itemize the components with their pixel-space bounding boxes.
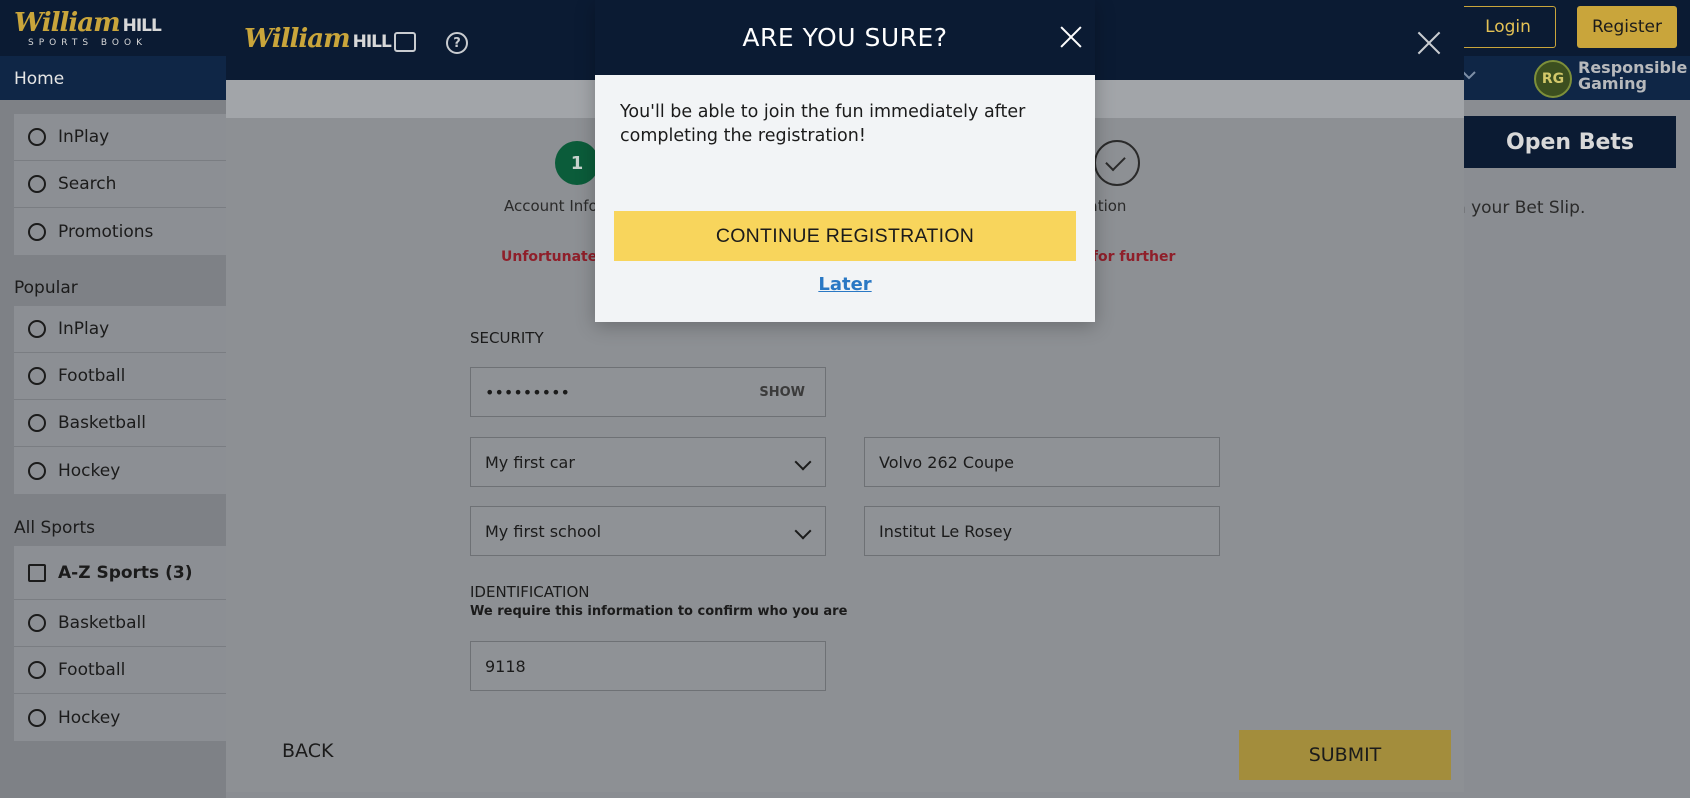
logo-text: William — [244, 24, 351, 54]
stopwatch-icon — [28, 320, 46, 338]
identification-field[interactable]: 9118 — [470, 641, 826, 691]
sidebar-item-label: InPlay — [58, 127, 110, 147]
back-button[interactable]: BACK — [282, 740, 333, 762]
login-button[interactable]: Login — [1460, 6, 1556, 48]
field-value: 9118 — [485, 656, 526, 676]
chat-icon[interactable] — [394, 32, 416, 52]
sidebar-all-sports-group: A-Z Sports (3) Basketball Football Hocke… — [14, 546, 226, 741]
identification-heading: IDENTIFICATION — [470, 583, 590, 601]
step-complete-check-icon — [1094, 140, 1140, 186]
sidebar-item-promotions[interactable]: Promotions — [14, 208, 226, 255]
rg-label: Responsible Gaming — [1578, 60, 1687, 92]
sidebar: InPlay Search Promotions Popular InPlay … — [0, 100, 226, 798]
sidebar-item-az-sports[interactable]: A-Z Sports (3) — [14, 546, 226, 600]
search-icon — [28, 175, 46, 193]
hockey-icon — [28, 708, 46, 727]
sidebar-popular-group: InPlay Football Basketball Hockey — [14, 306, 226, 494]
security-answer-1-field[interactable]: Volvo 262 Coupe — [864, 437, 1220, 487]
sidebar-item-basketball[interactable]: Basketball — [14, 600, 226, 647]
sidebar-item-football[interactable]: Football — [14, 647, 226, 694]
sidebar-item-basketball[interactable]: Basketball — [14, 400, 226, 447]
nav-home-link[interactable]: Home — [14, 69, 64, 89]
hockey-icon — [28, 461, 46, 480]
logo-hill-text: HILL — [352, 32, 392, 52]
sidebar-item-search[interactable]: Search — [14, 161, 226, 208]
sidebar-item-football[interactable]: Football — [14, 353, 226, 400]
register-button[interactable]: Register — [1577, 6, 1677, 48]
logo-hill-text: HILL — [122, 16, 162, 36]
close-icon[interactable] — [1060, 26, 1082, 48]
show-password-button[interactable]: SHOW — [759, 385, 805, 400]
sidebar-item-inplay[interactable]: InPlay — [14, 114, 226, 161]
submit-button[interactable]: SUBMIT — [1239, 730, 1451, 780]
select-value: My first school — [485, 521, 602, 541]
sidebar-item-label: A-Z Sports (3) — [58, 562, 193, 583]
dialog-message: You'll be able to join the fun immediate… — [620, 102, 1026, 146]
password-field[interactable]: ••••••••• SHOW — [470, 367, 826, 417]
rg-line2: Gaming — [1578, 74, 1647, 93]
security-answer-2-field[interactable]: Institut Le Rosey — [864, 506, 1220, 556]
registration-logo: William HILL — [244, 24, 392, 54]
chevron-down-icon — [794, 522, 812, 540]
basketball-icon — [28, 414, 46, 432]
security-question-1-select[interactable]: My first car — [470, 437, 826, 487]
chevron-down-icon[interactable] — [1462, 68, 1476, 82]
security-heading: SECURITY — [470, 329, 544, 347]
stopwatch-icon — [28, 128, 46, 146]
responsible-gaming-link[interactable]: RG Responsible Gaming — [1534, 60, 1687, 98]
step-1-indicator: 1 — [555, 141, 599, 185]
football-icon — [28, 661, 46, 679]
close-icon[interactable] — [1416, 30, 1442, 56]
continue-registration-button[interactable]: CONTINUE REGISTRATION — [614, 211, 1076, 261]
az-icon — [28, 563, 46, 582]
logo-subtitle: SPORTS BOOK — [28, 38, 147, 48]
security-question-2-select[interactable]: My first school — [470, 506, 826, 556]
field-value: Institut Le Rosey — [879, 521, 1013, 541]
sidebar-top-group: InPlay Search Promotions — [14, 114, 226, 255]
field-value: Volvo 262 Coupe — [879, 452, 1015, 472]
sidebar-item-hockey[interactable]: Hockey — [14, 447, 226, 494]
basketball-icon — [28, 614, 46, 632]
football-icon — [28, 367, 46, 385]
sidebar-item-label: InPlay — [58, 319, 110, 339]
sidebar-item-label: Hockey — [58, 707, 121, 728]
dialog-title: ARE YOU SURE? — [742, 23, 948, 52]
chevron-down-icon — [794, 453, 812, 471]
sidebar-item-hockey[interactable]: Hockey — [14, 694, 226, 741]
logo-text: William — [14, 8, 121, 38]
step-1-label: Account Info — [504, 197, 598, 215]
help-icon[interactable]: ? — [446, 32, 468, 54]
rg-badge-icon: RG — [1534, 60, 1572, 98]
error-message-left: Unfortunatel — [501, 249, 603, 265]
popular-heading: Popular — [14, 278, 78, 298]
later-link[interactable]: Later — [595, 274, 1095, 295]
sidebar-item-label: Basketball — [58, 413, 146, 433]
promotions-icon — [28, 222, 46, 241]
site-logo[interactable]: William HILL — [14, 8, 162, 38]
sidebar-item-label: Basketball — [58, 613, 146, 633]
sidebar-item-label: Promotions — [58, 221, 154, 242]
select-value: My first car — [485, 452, 575, 472]
sidebar-item-label: Football — [58, 366, 126, 386]
confirm-dialog: ARE YOU SURE? You'll be able to join the… — [595, 0, 1095, 322]
sidebar-item-inplay[interactable]: InPlay — [14, 306, 226, 353]
password-value: ••••••••• — [485, 382, 570, 402]
identification-subtitle: We require this information to confirm w… — [470, 604, 848, 619]
open-bets-tab[interactable]: Open Bets — [1464, 116, 1676, 168]
all-sports-heading: All Sports — [14, 518, 95, 538]
sidebar-item-label: Hockey — [58, 460, 121, 481]
sidebar-item-label: Football — [58, 660, 126, 680]
sidebar-item-label: Search — [58, 174, 117, 194]
